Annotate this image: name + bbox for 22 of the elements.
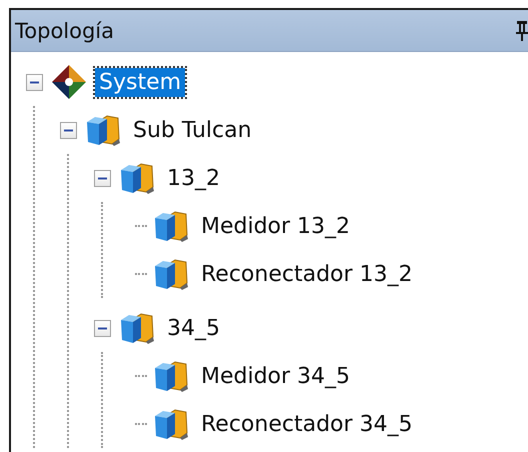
cube-icon <box>119 311 155 345</box>
collapse-toggle[interactable] <box>26 74 42 90</box>
cube-icon <box>85 113 121 147</box>
cube-icon <box>119 161 155 195</box>
collapse-toggle[interactable] <box>94 170 110 186</box>
cube-icon <box>153 257 189 291</box>
cube-icon <box>153 209 189 243</box>
tree-item[interactable]: Sub Tulcan <box>129 116 256 144</box>
tree-item[interactable]: System <box>95 68 186 96</box>
tree-item[interactable]: 34_5 <box>163 314 224 342</box>
tree-item[interactable]: 13_2 <box>163 164 224 192</box>
panel-title: Topología <box>15 18 114 42</box>
tree-item[interactable]: Medidor 34_5 <box>197 362 354 390</box>
cube-icon <box>153 359 189 393</box>
diamond-logo-icon <box>51 64 87 100</box>
tree-item[interactable]: Reconectador 34_5 <box>197 410 417 438</box>
collapse-toggle[interactable] <box>60 122 76 138</box>
pin-icon[interactable] <box>516 20 528 42</box>
collapse-toggle[interactable] <box>94 320 110 336</box>
tree-item[interactable]: Medidor 13_2 <box>197 212 354 240</box>
tree-item[interactable]: Reconectador 13_2 <box>197 260 417 288</box>
cube-icon <box>153 407 189 441</box>
